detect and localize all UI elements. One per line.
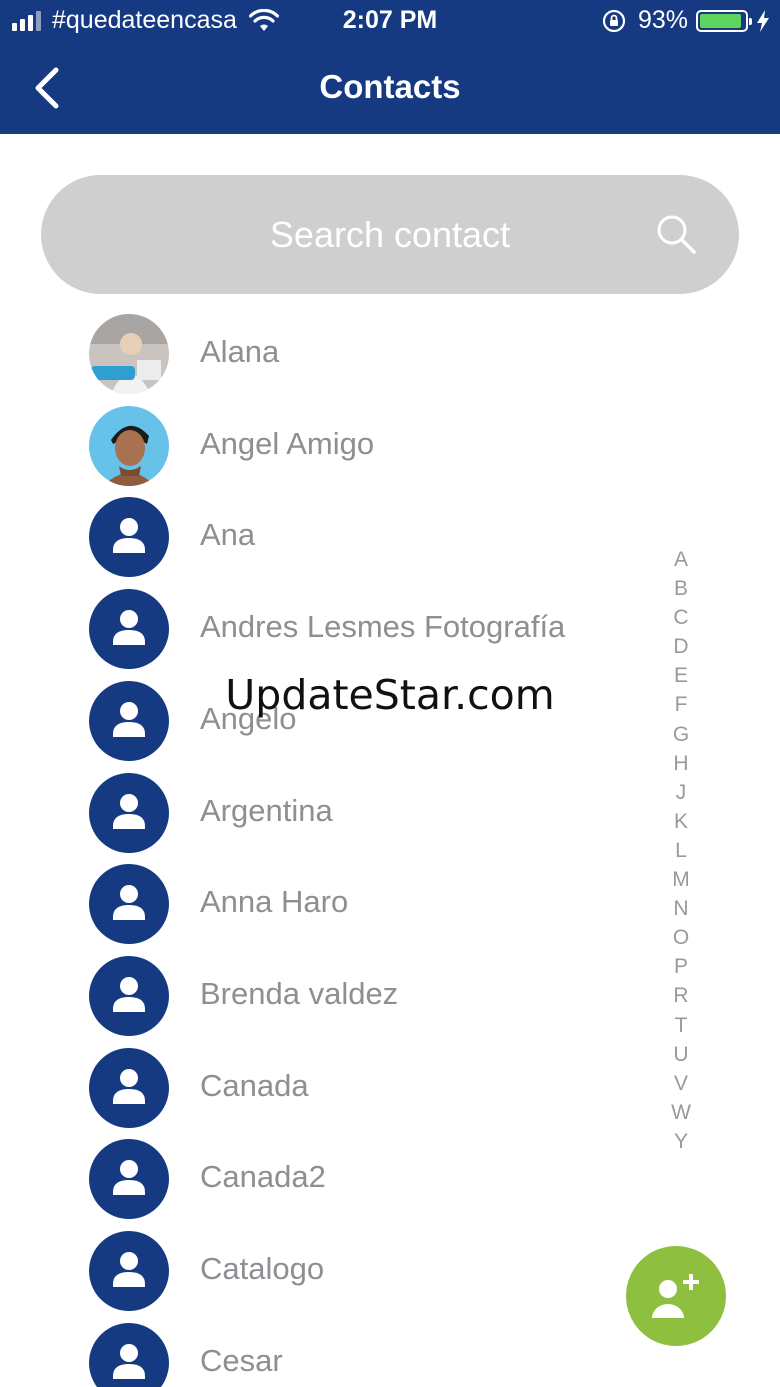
contact-row[interactable]: Catalogo: [0, 1225, 650, 1317]
index-letter[interactable]: Y: [664, 1130, 698, 1159]
index-letter[interactable]: M: [664, 868, 698, 897]
add-contact-button[interactable]: [626, 1246, 726, 1346]
search-icon[interactable]: [655, 213, 697, 255]
watermark: UpdateStar.com: [225, 671, 555, 719]
default-person-icon: [89, 1139, 169, 1220]
contact-name: Catalogo: [200, 1251, 325, 1286]
contact-row[interactable]: Brenda valdez: [0, 950, 650, 1042]
contact-row[interactable]: Anna Haro: [0, 858, 650, 950]
index-letter[interactable]: C: [664, 606, 698, 635]
index-letter[interactable]: D: [664, 635, 698, 664]
default-person-icon: [89, 1047, 169, 1128]
avatar-photo: [89, 405, 169, 486]
top-bar: #quedateencasa 2:07 PM 93% Contacts: [0, 0, 780, 134]
page-title: Contacts: [319, 68, 461, 105]
search-bar[interactable]: [41, 175, 739, 294]
rotation-lock-icon: [602, 9, 626, 32]
index-letter[interactable]: B: [664, 577, 698, 606]
index-letter[interactable]: J: [664, 781, 698, 810]
default-person-icon: [89, 864, 169, 945]
default-person-icon: [89, 589, 169, 670]
status-bar: #quedateencasa 2:07 PM 93%: [0, 0, 780, 44]
avatar-photo: [89, 314, 169, 394]
index-letter[interactable]: P: [664, 955, 698, 984]
contact-row[interactable]: Ana: [0, 491, 650, 583]
contact-row[interactable]: Canada: [0, 1042, 650, 1134]
index-letter[interactable]: H: [664, 752, 698, 781]
contact-row[interactable]: Cesar: [0, 1317, 650, 1387]
contact-name: Anna Haro: [200, 884, 349, 920]
contact-row[interactable]: Angel Amigo: [0, 400, 650, 492]
index-letter[interactable]: K: [664, 810, 698, 839]
index-letter[interactable]: N: [664, 897, 698, 926]
default-person-icon: [89, 1231, 169, 1311]
default-person-icon: [89, 1322, 169, 1387]
battery-percent: 93%: [637, 6, 688, 34]
contact-name: Canada: [200, 1067, 309, 1103]
contact-name: Angel Amigo: [200, 425, 375, 461]
index-letter[interactable]: A: [664, 548, 698, 577]
index-letter[interactable]: O: [664, 926, 698, 955]
contact-name: Ana: [200, 517, 256, 553]
index-letter[interactable]: G: [664, 723, 698, 752]
battery-icon: [696, 9, 752, 32]
charging-bolt-icon: [757, 9, 769, 32]
contact-row[interactable]: Andres Lesmes Fotografía: [0, 583, 650, 675]
default-person-icon: [89, 772, 169, 853]
default-person-icon: [89, 955, 169, 1036]
index-letter[interactable]: T: [664, 1014, 698, 1043]
index-letter[interactable]: W: [664, 1101, 698, 1130]
contact-name: Andres Lesmes Fotografía: [200, 609, 566, 645]
contact-row[interactable]: Alana: [0, 308, 650, 400]
contact-name: Alana: [200, 334, 280, 369]
contact-name: Brenda valdez: [200, 975, 399, 1011]
contact-row[interactable]: Canada2: [0, 1133, 650, 1225]
contact-name: Canada2: [200, 1159, 326, 1195]
default-person-icon: [89, 497, 169, 578]
contact-row[interactable]: Argentina: [0, 767, 650, 859]
contact-name: Cesar: [200, 1342, 283, 1378]
add-person-icon: [652, 1274, 699, 1318]
index-letter[interactable]: U: [664, 1043, 698, 1072]
contact-name: Argentina: [200, 792, 333, 828]
index-letter[interactable]: V: [664, 1072, 698, 1101]
index-letter[interactable]: R: [664, 984, 698, 1013]
index-letter[interactable]: L: [664, 839, 698, 868]
alphabet-index[interactable]: ABCDEFGHJKLMNOPRTUVWY: [664, 548, 698, 1159]
search-input[interactable]: [41, 175, 739, 294]
